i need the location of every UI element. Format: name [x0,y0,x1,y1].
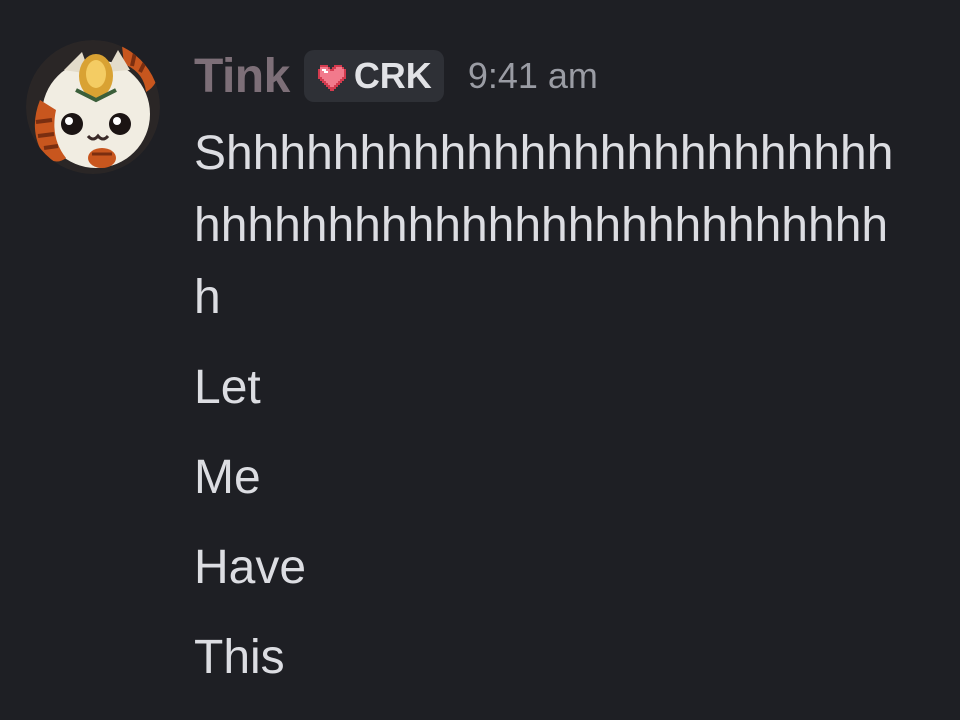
message-line: Shhhhhhhhhhhhhhhhhhhhhhhhhhhhhhhhhhhhhhh… [194,127,894,324]
message-content: Shhhhhhhhhhhhhhhhhhhhhhhhhhhhhhhhhhhhhhh… [194,118,914,694]
user-avatar[interactable] [26,40,160,174]
message-timestamp[interactable]: 9:41 am [468,55,598,97]
author-name[interactable]: Tink [194,49,290,104]
message-line: This [194,631,285,684]
message-line: Me [194,451,261,504]
cat-cookie-avatar-icon [26,40,160,174]
message-header: Tink CRK 9:41 am [194,46,598,106]
message-line: Let [194,361,261,414]
guild-tag-label: CRK [353,55,432,96]
message-line: Have [194,541,307,594]
chat-message: Tink CRK 9:41 am Shhhhhhhhhhhhhhhhhhhhhh… [0,0,960,720]
pixel-heart-icon [314,59,348,93]
guild-tag-badge[interactable]: CRK [303,50,444,102]
